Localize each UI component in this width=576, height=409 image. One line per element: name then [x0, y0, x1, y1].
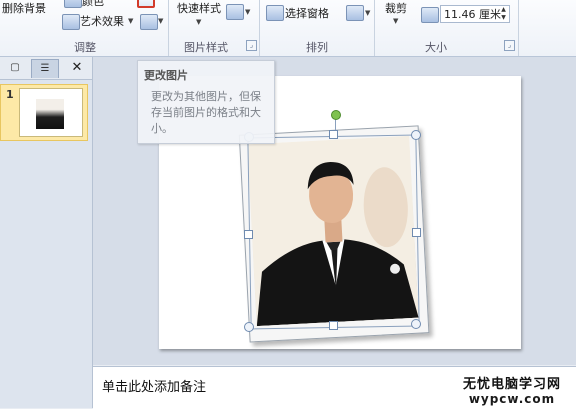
picture-object[interactable] — [238, 110, 438, 343]
resize-handle-left[interactable] — [244, 230, 253, 239]
artistic-effects-dropdown-icon[interactable]: ▼ — [128, 17, 133, 25]
picture-border-dropdown-icon[interactable]: ▼ — [245, 8, 250, 16]
rotation-handle[interactable] — [331, 110, 341, 120]
slide-pane-tabs: ▢ ☰ ✕ — [0, 57, 92, 80]
tooltip-title: 更改图片 — [144, 69, 188, 82]
change-picture-icon[interactable] — [137, 0, 155, 8]
group-label-size: 大小 — [425, 41, 447, 54]
color-icon[interactable] — [64, 0, 82, 8]
outline-tab-icon[interactable]: ☰ — [31, 59, 59, 78]
notes-pane[interactable]: 单击此处添加备注 无忧电脑学习网 wypcw.com — [93, 366, 576, 409]
slide-pane: ▢ ☰ ✕ 1 — [0, 57, 93, 408]
width-icon — [421, 7, 439, 23]
watermark-line1: 无忧电脑学习网 — [462, 377, 561, 392]
remove-background-button[interactable]: 删除背景 — [2, 0, 46, 16]
watermark-line2: wypcw.com — [468, 392, 556, 406]
crop-dropdown-icon[interactable]: ▼ — [393, 17, 398, 25]
group-separator — [259, 0, 260, 56]
width-input[interactable]: 11.46 厘米 ▲ ▼ — [440, 5, 510, 23]
slide-number: 1 — [6, 88, 14, 101]
group-separator — [374, 0, 375, 56]
group-label-adjust: 调整 — [74, 41, 96, 54]
picture-border-icon[interactable] — [226, 4, 244, 20]
selection-pane-icon[interactable] — [266, 5, 284, 21]
slide-thumbnail[interactable]: 1 — [0, 84, 88, 141]
notes-placeholder[interactable]: 单击此处添加备注 — [102, 376, 206, 395]
thumbnail-photo — [36, 99, 64, 129]
selection-box — [247, 134, 420, 330]
picture-styles-launcher-icon[interactable]: ⌟ — [246, 40, 257, 51]
selection-pane-button[interactable]: 选择窗格 — [285, 5, 329, 21]
close-icon[interactable]: ✕ — [66, 59, 88, 77]
reset-picture-icon[interactable] — [140, 14, 158, 30]
resize-handle-top-right[interactable] — [411, 130, 421, 140]
resize-handle-bottom[interactable] — [329, 321, 338, 330]
artistic-effects-icon[interactable] — [62, 14, 80, 30]
crop-button[interactable]: 裁剪 — [385, 0, 407, 16]
quick-styles-button[interactable]: 快速样式 — [177, 0, 221, 16]
artistic-effects-button[interactable]: 艺术效果 — [80, 13, 124, 29]
reset-picture-dropdown-icon[interactable]: ▼ — [158, 17, 163, 25]
group-label-arrange: 排列 — [306, 41, 328, 54]
tooltip: 更改图片 更改为其他图片，但保存当前图片的格式和大小。 — [137, 60, 275, 144]
group-separator — [518, 0, 519, 56]
size-launcher-icon[interactable]: ⌟ — [504, 40, 515, 51]
rotate-icon[interactable] — [346, 5, 364, 21]
resize-handle-bottom-left[interactable] — [244, 322, 254, 332]
resize-handle-right[interactable] — [412, 228, 421, 237]
resize-handle-bottom-right[interactable] — [411, 319, 421, 329]
slide-thumbnail-image[interactable] — [19, 88, 83, 137]
group-label-picture-styles: 图片样式 — [184, 41, 228, 54]
group-separator — [168, 0, 169, 56]
resize-handle-top[interactable] — [329, 130, 338, 139]
ribbon: 删除背景 颜色 艺术效果 ▼ ▼ 调整 快速样式 ▼ ▼ 图片样式 ⌟ 选择窗格… — [0, 0, 576, 57]
watermark: 无忧电脑学习网 wypcw.com — [458, 373, 566, 406]
width-value: 11.46 厘米 — [444, 8, 501, 21]
quick-styles-dropdown-icon[interactable]: ▼ — [196, 18, 201, 26]
color-button[interactable]: 颜色 — [82, 0, 104, 9]
tooltip-body: 更改为其他图片，但保存当前图片的格式和大小。 — [151, 90, 261, 135]
width-spinner[interactable]: ▲ ▼ — [499, 6, 508, 22]
rotate-dropdown-icon[interactable]: ▼ — [365, 9, 370, 17]
slides-tab-icon[interactable]: ▢ — [2, 59, 28, 77]
